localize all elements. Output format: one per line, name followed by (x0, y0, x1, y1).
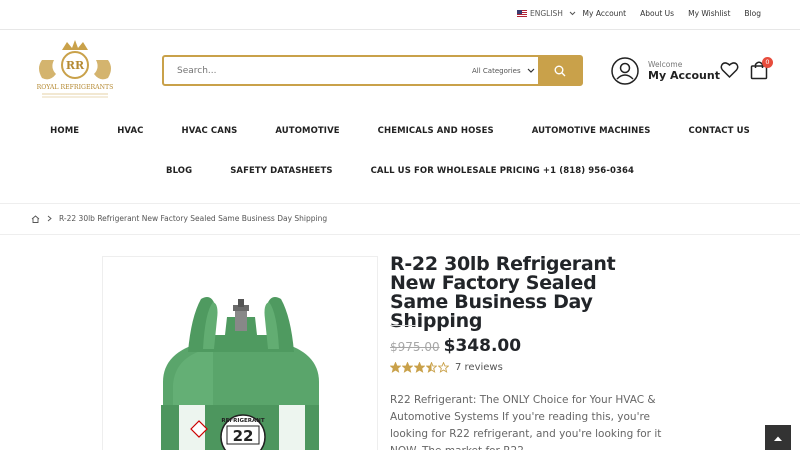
product-image[interactable]: REFRIGERANT 22 (102, 256, 378, 450)
cart-count-badge: 0 (762, 57, 773, 68)
search-bar: All Categories (162, 55, 583, 86)
product-title: R-22 30lb Refrigerant New Factory Sealed… (390, 253, 616, 332)
top-link-my-account[interactable]: My Account (583, 9, 627, 18)
account-text: Welcome My Account (648, 60, 720, 82)
tank-number-label: 22 (233, 427, 254, 445)
logo-name: ROYAL REFRIGERANTS (37, 84, 114, 91)
nav-automotive[interactable]: AUTOMOTIVE (275, 126, 339, 136)
chevron-down-icon (569, 11, 576, 16)
nav-automotive-machines[interactable]: AUTOMOTIVE MACHINES (532, 126, 651, 136)
category-select[interactable]: All Categories (463, 57, 538, 84)
wishlist-button[interactable] (720, 61, 739, 79)
home-icon[interactable] (31, 214, 40, 223)
star-half-icon (426, 362, 437, 373)
account-welcome: Welcome (648, 60, 683, 69)
star-full-icon (402, 362, 413, 373)
chevron-right-icon (47, 215, 52, 222)
logo-monogram: RR (66, 59, 85, 72)
star-full-icon (414, 362, 425, 373)
search-input[interactable] (164, 57, 463, 84)
chevron-down-icon (527, 68, 535, 73)
top-link-my-wishlist[interactable]: My Wishlist (688, 9, 730, 18)
search-button[interactable] (538, 57, 581, 84)
nav-wholesale-pricing[interactable]: CALL US FOR WHOLESALE PRICING +1 (818) 9… (371, 166, 634, 176)
royal-refrigerants-logo: RR ROYAL REFRIGERANTS (37, 40, 114, 98)
reviews-link[interactable]: 7 reviews (455, 362, 503, 373)
site-logo[interactable]: RR ROYAL REFRIGERANTS (32, 38, 118, 104)
cart-button[interactable]: 0 (750, 57, 773, 80)
user-icon (611, 57, 639, 85)
current-price: $348.00 (443, 336, 522, 356)
tank-brand-label: REFRIGERANT (221, 418, 264, 424)
top-link-about-us[interactable]: About Us (640, 9, 674, 18)
product-price: $975.00 $348.00 (390, 336, 521, 356)
search-icon (554, 65, 565, 76)
top-bar: ENGLISH My Account About Us My Wishlist … (0, 0, 800, 30)
product-description: R22 Refrigerant: The ONLY Choice for You… (390, 394, 662, 450)
heart-icon (720, 62, 739, 79)
language-selector[interactable]: ENGLISH (517, 9, 576, 18)
star-rating (390, 362, 449, 373)
star-full-icon (390, 362, 401, 373)
nav-home[interactable]: HOME (50, 126, 79, 136)
language-label: ENGLISH (530, 9, 563, 18)
old-price: $975.00 (390, 340, 440, 354)
nav-hvac[interactable]: HVAC (117, 126, 143, 136)
star-empty-icon (438, 362, 449, 373)
nav-chemicals-and-hoses[interactable]: CHEMICALS AND HOSES (378, 126, 494, 136)
nav-safety-datasheets[interactable]: SAFETY DATASHEETS (230, 166, 332, 176)
top-links: My Account About Us My Wishlist Blog (583, 9, 761, 18)
nav-blog[interactable]: BLOG (166, 166, 192, 176)
nav-contact-us[interactable]: CONTACT US (688, 126, 749, 136)
account-link[interactable]: Welcome My Account (611, 57, 720, 85)
main-nav-row-1: HOME HVAC HVAC CANS AUTOMOTIVE CHEMICALS… (0, 126, 800, 136)
breadcrumb-current: R-22 30lb Refrigerant New Factory Sealed… (59, 214, 328, 223)
main-nav-row-2: BLOG SAFETY DATASHEETS CALL US FOR WHOLE… (0, 166, 800, 176)
nav-hvac-cans[interactable]: HVAC CANS (182, 126, 238, 136)
chevron-up-icon (774, 436, 782, 441)
refrigerant-tank-image: REFRIGERANT 22 (161, 297, 319, 450)
us-flag-icon (517, 10, 527, 17)
category-select-label: All Categories (472, 66, 521, 75)
breadcrumb: R-22 30lb Refrigerant New Factory Sealed… (0, 203, 800, 235)
top-link-blog[interactable]: Blog (744, 9, 761, 18)
product-rating: 7 reviews (390, 362, 503, 373)
account-label: My Account (648, 69, 720, 82)
title-divider (390, 325, 416, 326)
scroll-to-top-button[interactable] (765, 425, 791, 450)
